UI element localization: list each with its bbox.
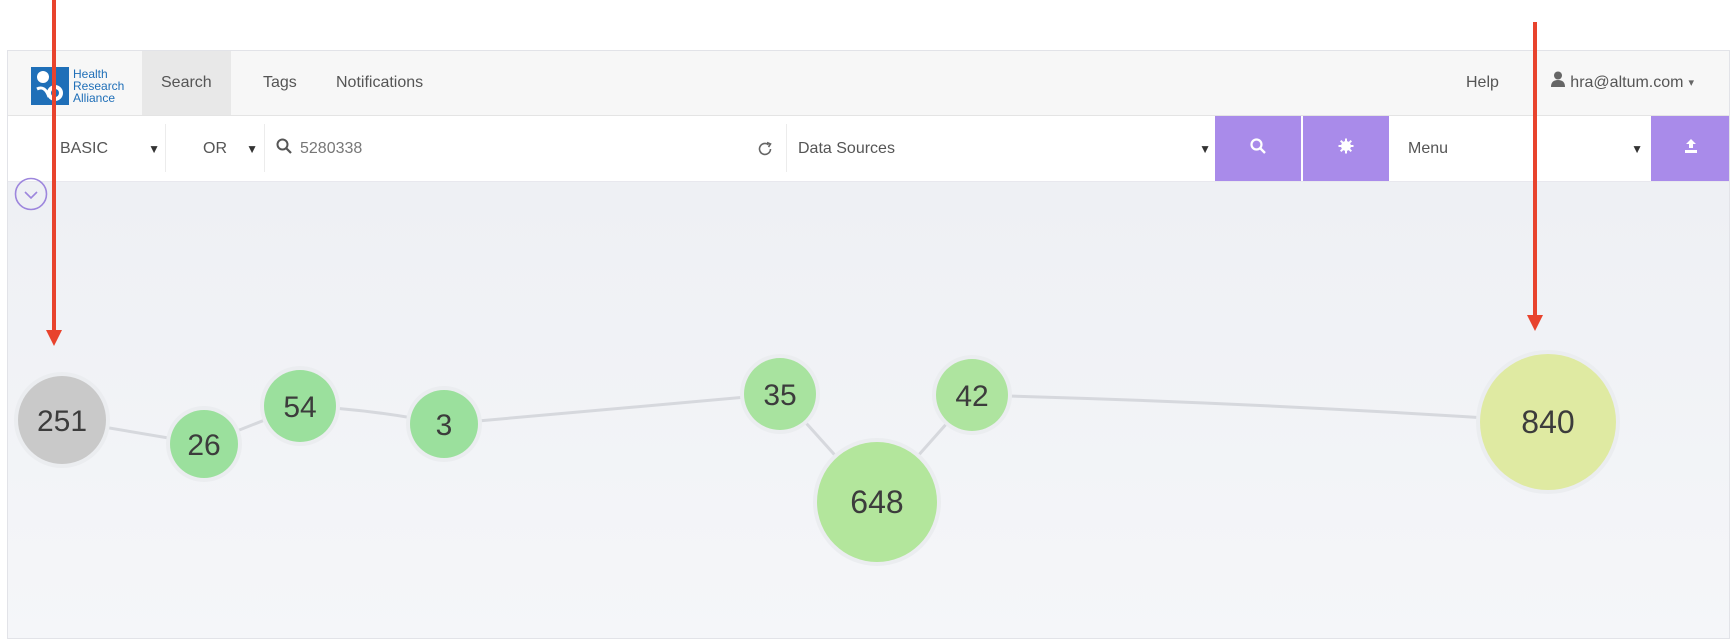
graph-node-label: 54 (283, 391, 316, 424)
cluster-graph: 251 26 54 3 35 648 42 840 (14, 0, 1620, 566)
graph-node[interactable]: 648 (813, 438, 941, 566)
graph-node-label: 35 (763, 379, 796, 412)
annotation-arrow-head (46, 330, 62, 346)
graph-node-label: 3 (436, 409, 453, 442)
graph-node[interactable]: 3 (406, 386, 482, 462)
graph-node-label: 840 (1521, 404, 1574, 440)
graph-node-label: 26 (187, 429, 220, 462)
graph-node[interactable]: 42 (932, 355, 1012, 435)
graph-edge (971, 393, 1549, 424)
graph-node-label: 42 (955, 380, 988, 413)
graph-node-label: 648 (850, 484, 903, 520)
graph-node-label: 251 (37, 405, 87, 438)
graph-node[interactable]: 840 (1476, 350, 1620, 494)
graph-node[interactable]: 35 (740, 354, 820, 434)
graph-edge (443, 392, 781, 426)
graph-node[interactable]: 251 (14, 372, 110, 468)
graph-node[interactable]: 26 (166, 406, 242, 482)
graph-nodes: 251 26 54 3 35 648 42 840 (14, 350, 1620, 566)
annotation-arrows (46, 0, 1543, 346)
graph-node[interactable]: 54 (260, 366, 340, 446)
annotation-arrow-head (1527, 315, 1543, 331)
